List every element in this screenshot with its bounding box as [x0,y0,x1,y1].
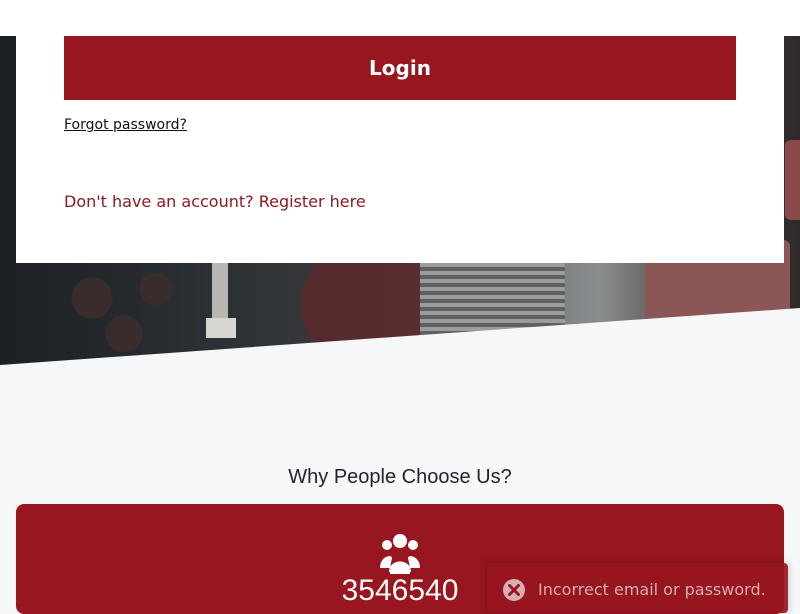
close-circle-icon[interactable] [503,579,525,601]
error-toast[interactable]: Incorrect email or password. [487,563,788,613]
register-link[interactable]: Don't have an account? Register here [64,192,366,211]
login-button[interactable]: Login [64,36,736,100]
login-card: Login Forgot password? Don't have an acc… [16,0,784,263]
hero-truck-edge [785,140,800,220]
toast-message: Incorrect email or password. [538,580,766,599]
forgot-password-link[interactable]: Forgot password? [64,117,187,133]
users-icon [380,534,420,574]
section-title: Why People Choose Us? [288,466,512,488]
hero-slant-divider [0,308,800,420]
